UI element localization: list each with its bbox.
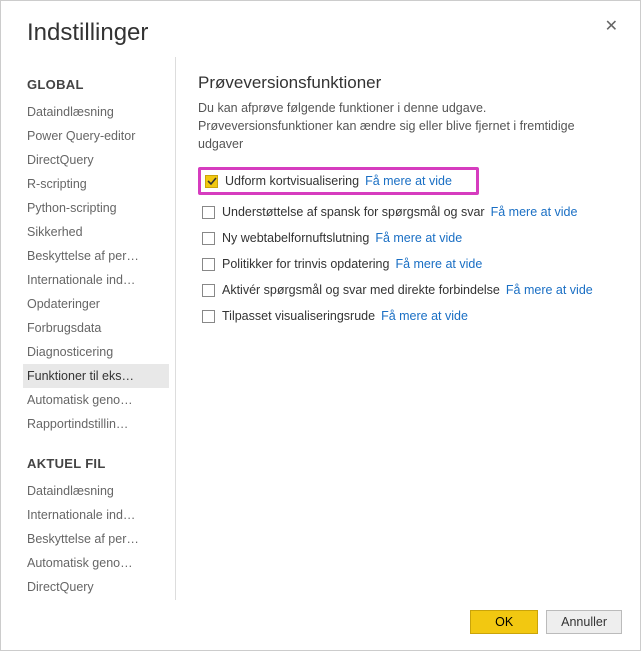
sidebar-item[interactable]: Python-scripting bbox=[23, 196, 169, 220]
learn-more-link[interactable]: Få mere at vide bbox=[365, 174, 452, 188]
main-heading: Prøveversionsfunktioner bbox=[198, 73, 622, 93]
feature-label: Udform kortvisualisering bbox=[225, 174, 359, 188]
checkbox[interactable] bbox=[202, 258, 215, 271]
feature-row: Aktivér spørgsmål og svar med direkte fo… bbox=[198, 281, 622, 299]
sidebar-item[interactable]: DirectQuery bbox=[23, 148, 169, 172]
sidebar-item[interactable]: Beskyttelse af per… bbox=[23, 244, 169, 268]
learn-more-link[interactable]: Få mere at vide bbox=[491, 205, 578, 219]
sidebar-list-current-file: Dataindlæsning Internationale ind… Besky… bbox=[27, 479, 169, 600]
dialog-footer: OK Annuller bbox=[1, 600, 640, 650]
checkbox[interactable] bbox=[202, 310, 215, 323]
checkbox[interactable] bbox=[202, 232, 215, 245]
dialog-body: GLOBAL Dataindlæsning Power Query-editor… bbox=[1, 57, 640, 600]
feature-row: Tilpasset visualiseringsrude Få mere at … bbox=[198, 307, 622, 325]
learn-more-link[interactable]: Få mere at vide bbox=[395, 257, 482, 271]
feature-list: Udform kortvisualisering Få mere at vide… bbox=[198, 167, 622, 325]
sidebar-item[interactable]: Automatisk geno… bbox=[23, 388, 169, 412]
learn-more-link[interactable]: Få mere at vide bbox=[381, 309, 468, 323]
feature-row-shape-map: Udform kortvisualisering Få mere at vide bbox=[198, 167, 479, 195]
sidebar-item[interactable]: Power Query-editor bbox=[23, 124, 169, 148]
sidebar-item[interactable]: Sikkerhed bbox=[23, 220, 169, 244]
sidebar-item[interactable]: Rapportindstillin… bbox=[23, 412, 169, 436]
sidebar-list-global: Dataindlæsning Power Query-editor Direct… bbox=[27, 100, 169, 436]
main-panel: Prøveversionsfunktioner Du kan afprøve f… bbox=[176, 57, 640, 600]
feature-row: Understøttelse af spansk for spørgsmål o… bbox=[198, 203, 622, 221]
dialog-title: Indstillinger bbox=[27, 19, 148, 47]
sidebar-item[interactable]: Opdateringer bbox=[23, 292, 169, 316]
close-icon[interactable]: ✕ bbox=[601, 19, 622, 35]
sidebar: GLOBAL Dataindlæsning Power Query-editor… bbox=[27, 57, 169, 600]
checkbox[interactable] bbox=[202, 284, 215, 297]
sidebar-item-preview-features[interactable]: Funktioner til eks… bbox=[23, 364, 169, 388]
sidebar-section-header-current-file: AKTUEL FIL bbox=[27, 456, 169, 471]
feature-row: Politikker for trinvis opdatering Få mer… bbox=[198, 255, 622, 273]
sidebar-item[interactable]: R-scripting bbox=[23, 172, 169, 196]
ok-button[interactable]: OK bbox=[470, 610, 538, 634]
feature-label: Aktivér spørgsmål og svar med direkte fo… bbox=[222, 283, 500, 297]
learn-more-link[interactable]: Få mere at vide bbox=[506, 283, 593, 297]
sidebar-item[interactable]: Beskyttelse af per… bbox=[23, 527, 169, 551]
sidebar-item[interactable]: Internationale ind… bbox=[23, 503, 169, 527]
sidebar-item[interactable]: Diagnosticering bbox=[23, 340, 169, 364]
sidebar-item[interactable]: DirectQuery bbox=[23, 575, 169, 599]
feature-label: Understøttelse af spansk for spørgsmål o… bbox=[222, 205, 485, 219]
sidebar-item[interactable]: Internationale ind… bbox=[23, 268, 169, 292]
cancel-button[interactable]: Annuller bbox=[546, 610, 622, 634]
feature-row: Ny webtabelfornuftslutning Få mere at vi… bbox=[198, 229, 622, 247]
check-icon bbox=[207, 176, 217, 186]
sidebar-item[interactable]: Forbrugsdata bbox=[23, 316, 169, 340]
checkbox[interactable] bbox=[202, 206, 215, 219]
dialog-header: Indstillinger ✕ bbox=[1, 1, 640, 57]
sidebar-section-header-global: GLOBAL bbox=[27, 77, 169, 92]
main-description: Du kan afprøve følgende funktioner i den… bbox=[198, 99, 622, 153]
sidebar-item[interactable]: Dataindlæsning bbox=[23, 479, 169, 503]
settings-dialog: Indstillinger ✕ GLOBAL Dataindlæsning Po… bbox=[0, 0, 641, 651]
sidebar-item[interactable]: Automatisk geno… bbox=[23, 551, 169, 575]
feature-label: Tilpasset visualiseringsrude bbox=[222, 309, 375, 323]
feature-label: Politikker for trinvis opdatering bbox=[222, 257, 389, 271]
learn-more-link[interactable]: Få mere at vide bbox=[375, 231, 462, 245]
checkbox-shape-map[interactable] bbox=[205, 175, 218, 188]
feature-label: Ny webtabelfornuftslutning bbox=[222, 231, 369, 245]
sidebar-item[interactable]: Dataindlæsning bbox=[23, 100, 169, 124]
